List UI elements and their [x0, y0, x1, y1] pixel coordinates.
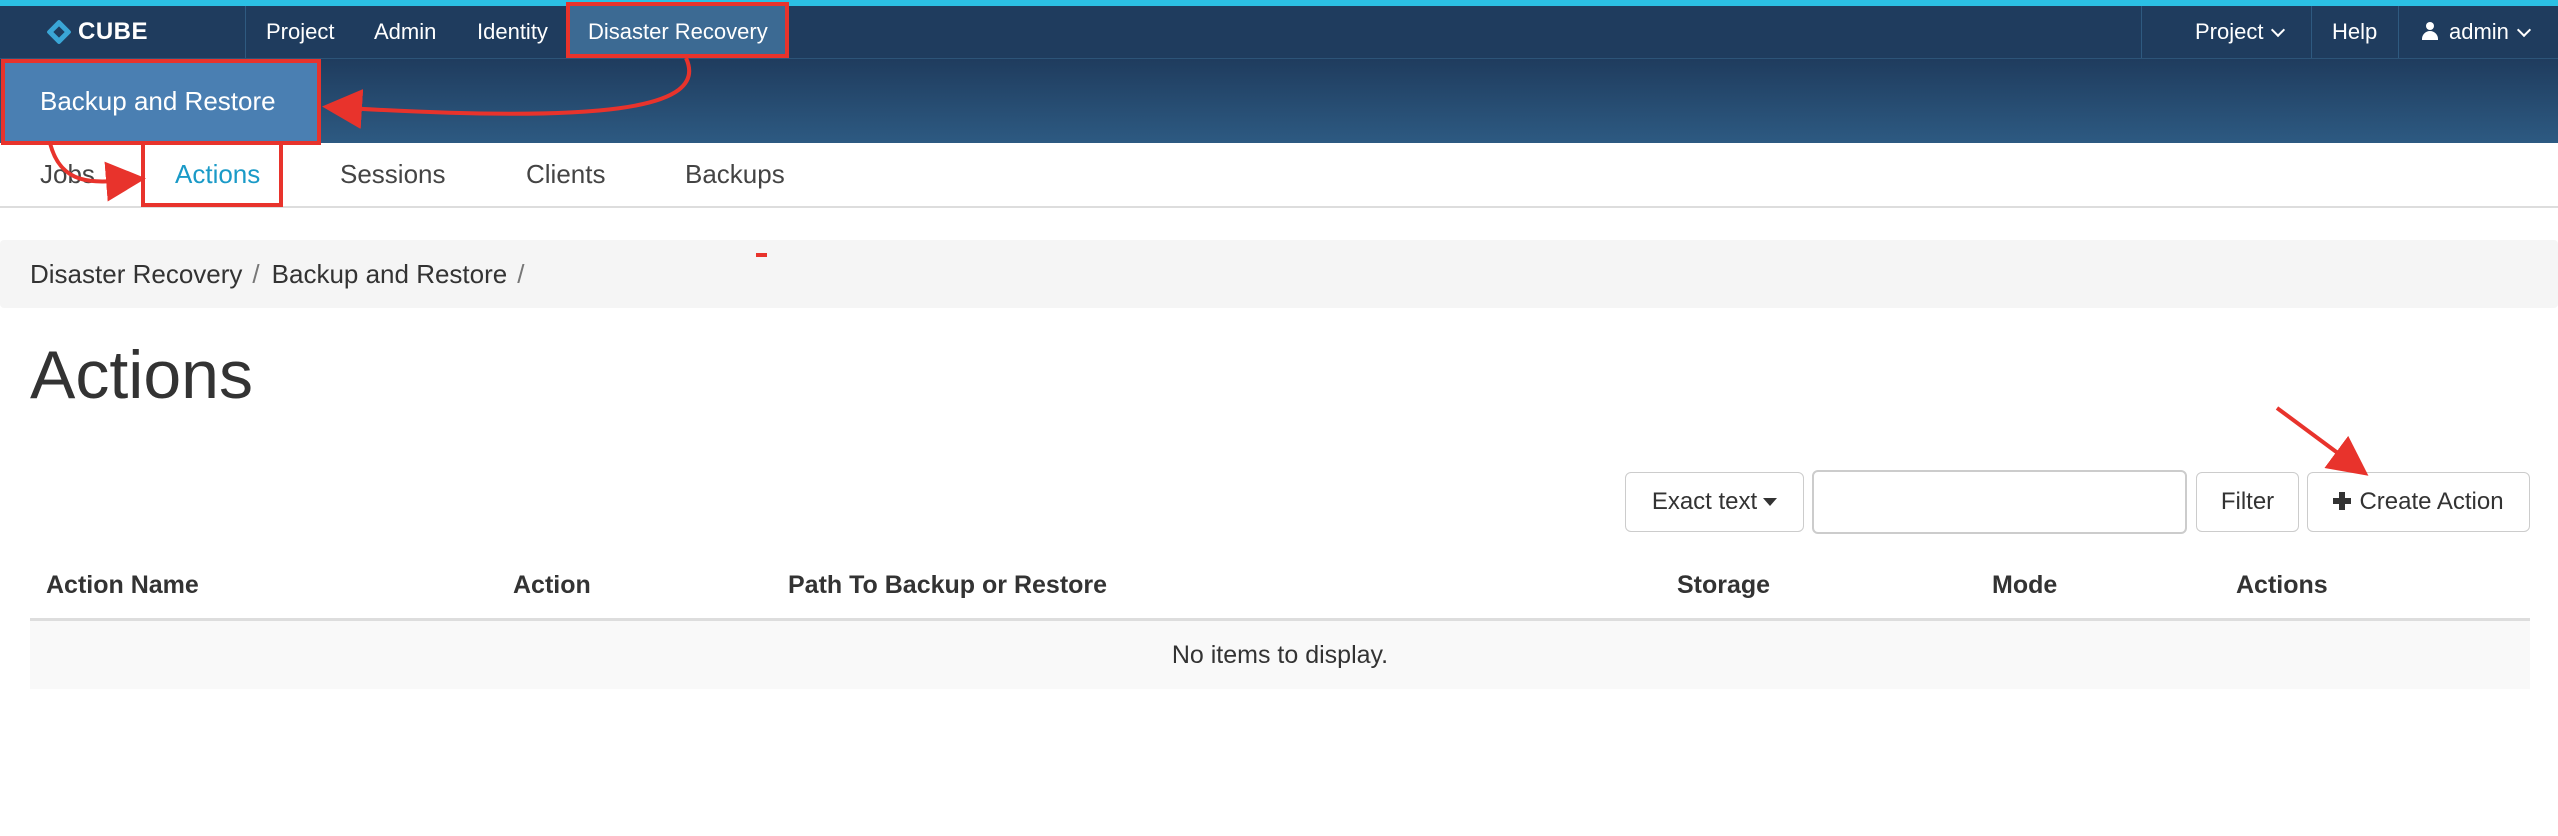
create-action-label: Create Action	[2359, 488, 2504, 515]
search-input[interactable]	[1812, 470, 2187, 534]
column-header-actions: Actions	[2236, 571, 2328, 599]
subnav-item-backup-and-restore[interactable]: Backup and Restore	[2, 61, 318, 141]
nav-divider	[245, 6, 246, 58]
project-dropdown[interactable]: Project	[2195, 6, 2286, 58]
empty-table-message: No items to display.	[30, 621, 2530, 689]
secondary-navbar: Backup and Restore	[0, 59, 2558, 143]
tab-backups[interactable]: Backups	[685, 143, 785, 206]
chevron-down-icon	[2271, 22, 2286, 38]
nav-divider	[2398, 6, 2399, 58]
brand-name: CUBE	[78, 18, 149, 45]
nav-item-identity[interactable]: Identity	[477, 6, 548, 58]
filter-type-dropdown[interactable]: Exact text	[1625, 472, 1804, 532]
annotation-arrow	[2275, 406, 2369, 476]
chevron-down-icon	[2516, 22, 2531, 38]
column-header-storage[interactable]: Storage	[1677, 555, 1770, 621]
create-action-button[interactable]: Create Action	[2307, 472, 2530, 532]
breadcrumb-item-backup-and-restore[interactable]: Backup and Restore	[272, 259, 508, 289]
nav-divider	[2311, 6, 2312, 58]
column-header-action[interactable]: Action	[513, 555, 591, 621]
tab-jobs[interactable]: Jobs	[40, 143, 95, 206]
tab-actions[interactable]: Actions	[175, 143, 260, 206]
column-header-path[interactable]: Path To Backup or Restore	[788, 555, 1107, 621]
column-header-mode[interactable]: Mode	[1992, 555, 2057, 621]
tab-sessions[interactable]: Sessions	[340, 143, 446, 206]
user-name: admin	[2449, 19, 2509, 44]
nav-item-disaster-recovery[interactable]: Disaster Recovery	[568, 6, 788, 58]
nav-divider	[2141, 6, 2142, 58]
breadcrumb-item-disaster-recovery[interactable]: Disaster Recovery	[30, 259, 242, 289]
table-header: Action Name Action Path To Backup or Res…	[30, 555, 2530, 621]
project-dropdown-label: Project	[2195, 19, 2264, 44]
page-title: Actions	[30, 337, 253, 413]
breadcrumb-separator: /	[252, 259, 260, 289]
brand-logo[interactable]: CUBE	[46, 14, 148, 50]
help-link[interactable]: Help	[2332, 6, 2377, 58]
nav-item-project[interactable]: Project	[266, 6, 334, 58]
user-icon	[2421, 22, 2439, 41]
user-menu[interactable]: admin	[2421, 6, 2531, 58]
filter-type-label: Exact text	[1651, 488, 1758, 515]
nav-item-admin[interactable]: Admin	[374, 6, 436, 58]
filter-button[interactable]: Filter	[2196, 472, 2299, 532]
actions-table: Action Name Action Path To Backup or Res…	[30, 555, 2530, 689]
plus-icon	[2333, 492, 2352, 510]
column-header-action-name[interactable]: Action Name	[46, 555, 199, 621]
breadcrumb-separator: /	[517, 259, 525, 289]
cube-logo-icon	[46, 19, 72, 45]
breadcrumb: Disaster Recovery / Backup and Restore /	[0, 240, 2558, 308]
tab-clients[interactable]: Clients	[526, 143, 605, 206]
caret-down-icon	[1763, 498, 1778, 506]
top-navbar: CUBE Project Admin Identity Disaster Rec…	[0, 6, 2558, 59]
tab-bar: Jobs Actions Sessions Clients Backups	[0, 143, 2558, 208]
